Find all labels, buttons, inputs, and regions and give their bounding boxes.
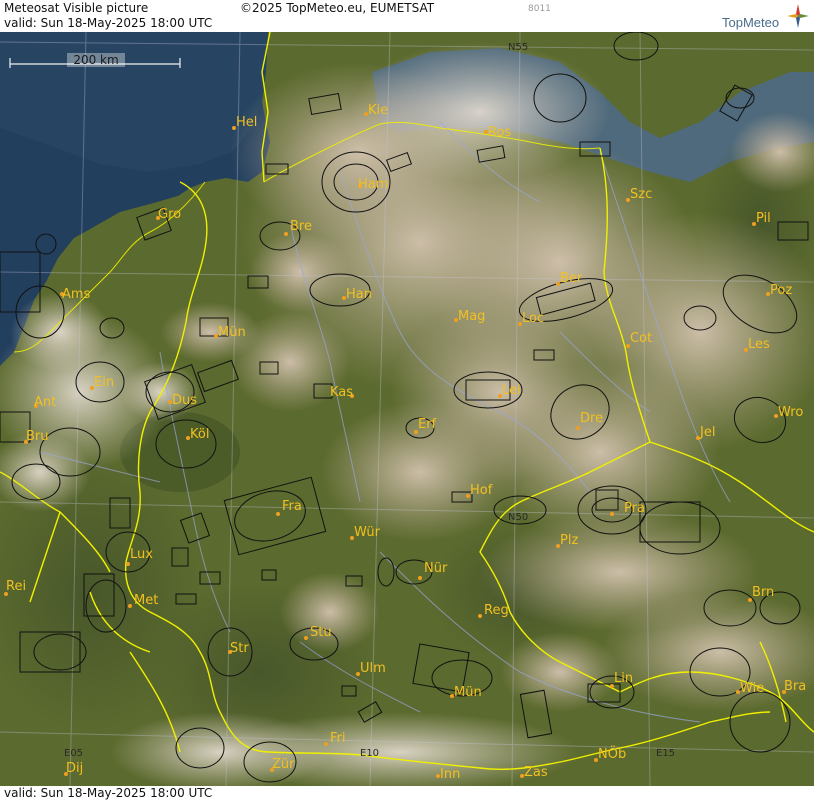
city-label: Wür [354,525,381,540]
grid-label: E05 [64,748,83,759]
city-label: Nür [424,561,448,576]
city-label: Met [134,593,158,608]
city-label: Kie [368,103,388,118]
city-label: Fra [282,499,302,514]
city-label: Zür [272,757,295,772]
grid-label: E15 [656,748,675,759]
city-label: Szc [630,187,652,202]
valid-time-bottom: valid: Sun 18-May-2025 18:00 UTC [4,786,213,800]
city-label: Zas [524,765,548,780]
city-label: Pil [756,211,771,226]
city-label: Ams [62,287,91,302]
city-label: Gro [158,207,181,222]
city-label: Pra [624,501,645,516]
city-label: Dre [580,411,603,426]
city-label: Wie [740,681,764,696]
city-label: Loc [522,311,544,326]
city-label: Bru [26,429,49,444]
grid-label: N50 [508,512,528,523]
city-label: Mün [218,325,246,340]
brand-logo: TopMeteo [722,15,780,30]
city-label: Str [230,641,249,656]
city-label: Les [748,337,770,352]
city-label: Stu [310,625,332,640]
city-label: Bra [784,679,806,694]
city-label: Jel [699,425,715,440]
satellite-map: Kie Hel Ros Ham Szc Gro Bre Pil Ber Ams … [0,32,814,786]
city-label: Ant [34,395,56,410]
city-label: Wro [778,405,803,420]
city-label: NÖb [598,745,626,762]
city-label: Köl [190,427,209,442]
header-bar: Meteosat Visible picture ©2025 TopMeteo.… [0,0,814,32]
city-label: Mün [454,685,482,700]
compass-star-icon [787,4,809,28]
city-label: Brn [752,585,774,600]
city-label: Dus [172,393,197,408]
city-label: Inn [440,767,460,782]
copyright-text: ©2025 TopMeteo.eu, EUMETSAT [240,1,435,15]
city-label: Erf [418,417,437,432]
city-label: Hof [470,483,493,498]
city-label: Lux [130,547,153,562]
city-label: Hel [236,115,257,130]
city-label: Han [346,287,372,302]
city-label: Ulm [360,661,386,676]
city-label: Rei [6,579,26,594]
grid-label: E10 [360,748,379,759]
city-label: Dij [66,761,83,776]
city-label: Cot [630,331,652,346]
city-label: Ham [358,177,388,192]
footer-bar: valid: Sun 18-May-2025 18:00 UTC [0,786,814,801]
map-frame: { "header": { "title": "Meteosat Visible… [0,0,814,801]
city-label: Plz [560,533,578,548]
city-label: Lin [614,671,633,686]
city-label: Ber [560,271,583,286]
image-title: Meteosat Visible picture [4,1,149,15]
city-label: Bre [290,219,312,234]
city-label: Ein [94,375,114,390]
city-label: Reg [484,603,509,618]
city-label: Lei [502,383,521,398]
city-label: Poz [770,283,792,298]
city-label: Fri [330,731,346,746]
scale-label: 200 km [67,53,125,67]
grid-label: N55 [508,42,528,53]
city-label: Ros [488,125,511,140]
valid-time-top: valid: Sun 18-May-2025 18:00 UTC [4,16,213,30]
city-label: Kas [330,385,353,400]
city-label: Mag [458,309,485,324]
image-code: 8011 [528,4,551,14]
